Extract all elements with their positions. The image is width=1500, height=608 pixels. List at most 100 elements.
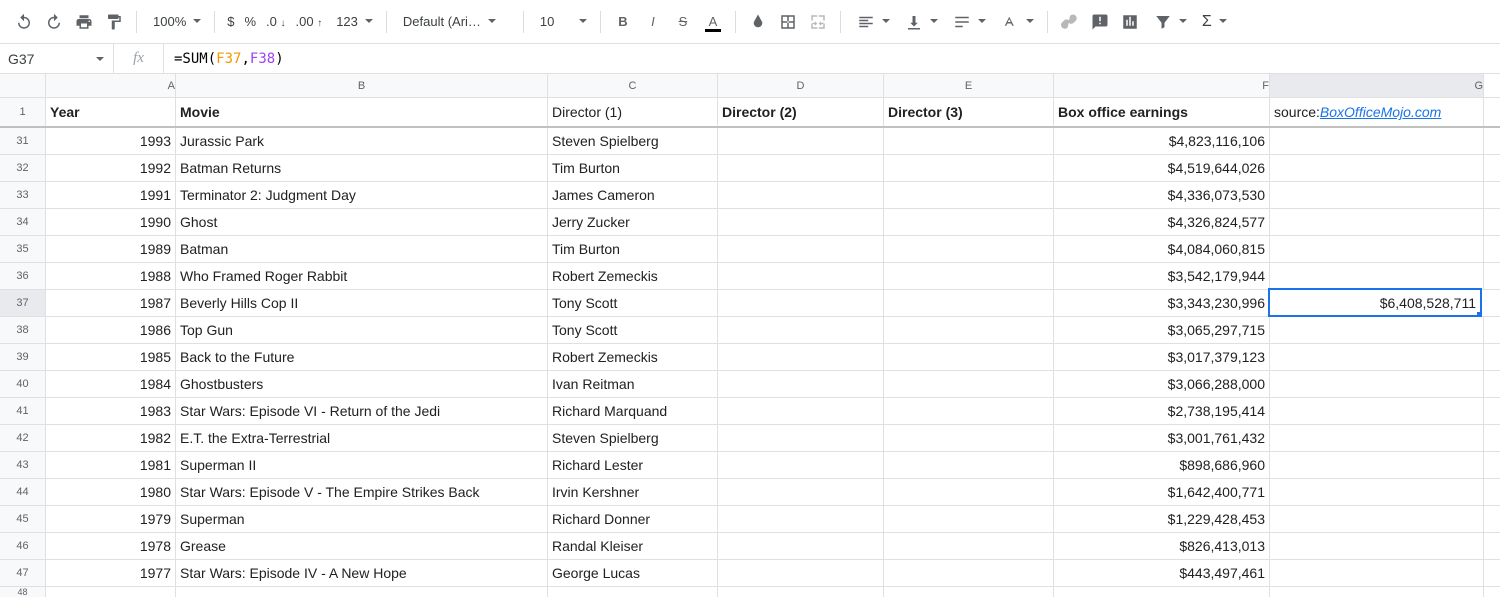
col-header-A[interactable]: A (46, 74, 176, 97)
cell-B41[interactable]: Star Wars: Episode VI - Return of the Je… (176, 398, 548, 424)
cell-A41[interactable]: 1983 (46, 398, 176, 424)
cell-D34[interactable] (718, 209, 884, 235)
row-header-47[interactable]: 47 (0, 560, 46, 586)
redo-button[interactable] (40, 8, 68, 36)
cell-G46[interactable] (1270, 533, 1484, 559)
cell-G36[interactable] (1270, 263, 1484, 289)
cell-B42[interactable]: E.T. the Extra-Terrestrial (176, 425, 548, 451)
cell-D37[interactable] (718, 290, 884, 316)
cell-F41[interactable]: $2,738,195,414 (1054, 398, 1270, 424)
cell-F38[interactable]: $3,065,297,715 (1054, 317, 1270, 343)
cell-B45[interactable]: Superman (176, 506, 548, 532)
cell-D39[interactable] (718, 344, 884, 370)
cell-B31[interactable]: Jurassic Park (176, 128, 548, 154)
cell-E1[interactable]: Director (3) (884, 98, 1054, 126)
decrease-decimal-button[interactable]: .0 ↓ (262, 14, 289, 29)
cell-A47[interactable]: 1977 (46, 560, 176, 586)
cell-C41[interactable]: Richard Marquand (548, 398, 718, 424)
cell-D31[interactable] (718, 128, 884, 154)
cell-F46[interactable]: $826,413,013 (1054, 533, 1270, 559)
cell-B43[interactable]: Superman II (176, 452, 548, 478)
cell-D32[interactable] (718, 155, 884, 181)
cell-F42[interactable]: $3,001,761,432 (1054, 425, 1270, 451)
functions-button[interactable]: Σ (1194, 8, 1232, 36)
cell-E33[interactable] (884, 182, 1054, 208)
cell-G44[interactable] (1270, 479, 1484, 505)
cell-B36[interactable]: Who Framed Roger Rabbit (176, 263, 548, 289)
cell-C36[interactable]: Robert Zemeckis (548, 263, 718, 289)
cell-F40[interactable]: $3,066,288,000 (1054, 371, 1270, 397)
row-header-35[interactable]: 35 (0, 236, 46, 262)
row-header-40[interactable]: 40 (0, 371, 46, 397)
col-header-G[interactable]: G (1270, 74, 1484, 97)
cell-G45[interactable] (1270, 506, 1484, 532)
cell-E46[interactable] (884, 533, 1054, 559)
row-header-36[interactable]: 36 (0, 263, 46, 289)
cell-D47[interactable] (718, 560, 884, 586)
cell-G31[interactable] (1270, 128, 1484, 154)
cell-F34[interactable]: $4,326,824,577 (1054, 209, 1270, 235)
cell-F44[interactable]: $1,642,400,771 (1054, 479, 1270, 505)
cell-E35[interactable] (884, 236, 1054, 262)
cell-D33[interactable] (718, 182, 884, 208)
cell-E41[interactable] (884, 398, 1054, 424)
cell-E42[interactable] (884, 425, 1054, 451)
cell-F33[interactable]: $4,336,073,530 (1054, 182, 1270, 208)
font-family-combo[interactable]: Default (Ari… (395, 8, 515, 36)
strikethrough-button[interactable]: S (669, 8, 697, 36)
cell-A46[interactable]: 1978 (46, 533, 176, 559)
cell-B33[interactable]: Terminator 2: Judgment Day (176, 182, 548, 208)
cell-E34[interactable] (884, 209, 1054, 235)
cell-A44[interactable]: 1980 (46, 479, 176, 505)
filter-button[interactable] (1146, 8, 1192, 36)
cell-F1[interactable]: Box office earnings (1054, 98, 1270, 126)
cell-C42[interactable]: Steven Spielberg (548, 425, 718, 451)
cell-A36[interactable]: 1988 (46, 263, 176, 289)
cell-A1[interactable]: Year (46, 98, 176, 126)
cell-A42[interactable]: 1982 (46, 425, 176, 451)
format-currency-button[interactable]: $ (223, 14, 238, 29)
cell-E44[interactable] (884, 479, 1054, 505)
cell-C33[interactable]: James Cameron (548, 182, 718, 208)
col-header-E[interactable]: E (884, 74, 1054, 97)
row-header-31[interactable]: 31 (0, 128, 46, 154)
cell-E38[interactable] (884, 317, 1054, 343)
cell-A38[interactable]: 1986 (46, 317, 176, 343)
cell-C35[interactable]: Tim Burton (548, 236, 718, 262)
col-header-B[interactable]: B (176, 74, 548, 97)
cell-F45[interactable]: $1,229,428,453 (1054, 506, 1270, 532)
cell-D35[interactable] (718, 236, 884, 262)
cell-B39[interactable]: Back to the Future (176, 344, 548, 370)
merge-cells-button[interactable] (804, 8, 832, 36)
font-size-combo[interactable]: 10 (532, 8, 592, 36)
cell-A35[interactable]: 1989 (46, 236, 176, 262)
cell-D1[interactable]: Director (2) (718, 98, 884, 126)
row-header-32[interactable]: 32 (0, 155, 46, 181)
insert-link-button[interactable] (1056, 8, 1084, 36)
cell-B1[interactable]: Movie (176, 98, 548, 126)
cell-G35[interactable] (1270, 236, 1484, 262)
number-format-combo[interactable]: 123 (328, 8, 378, 36)
cell-C47[interactable]: George Lucas (548, 560, 718, 586)
cell-B37[interactable]: Beverly Hills Cop II (176, 290, 548, 316)
cell-G41[interactable] (1270, 398, 1484, 424)
cell-E32[interactable] (884, 155, 1054, 181)
text-rotation-button[interactable] (993, 8, 1039, 36)
row-header-partial[interactable]: 48 (0, 587, 46, 597)
cell-D36[interactable] (718, 263, 884, 289)
cell-G33[interactable] (1270, 182, 1484, 208)
row-header-44[interactable]: 44 (0, 479, 46, 505)
cell-E40[interactable] (884, 371, 1054, 397)
text-wrap-button[interactable] (945, 8, 991, 36)
format-percent-button[interactable]: % (240, 14, 260, 29)
col-header-C[interactable]: C (548, 74, 718, 97)
cell-F31[interactable]: $4,823,116,106 (1054, 128, 1270, 154)
cell-C40[interactable]: Ivan Reitman (548, 371, 718, 397)
cell-E31[interactable] (884, 128, 1054, 154)
cell-A39[interactable]: 1985 (46, 344, 176, 370)
cell-D43[interactable] (718, 452, 884, 478)
cell-A40[interactable]: 1984 (46, 371, 176, 397)
cell-C31[interactable]: Steven Spielberg (548, 128, 718, 154)
cell-G32[interactable] (1270, 155, 1484, 181)
select-all-corner[interactable] (0, 74, 46, 97)
